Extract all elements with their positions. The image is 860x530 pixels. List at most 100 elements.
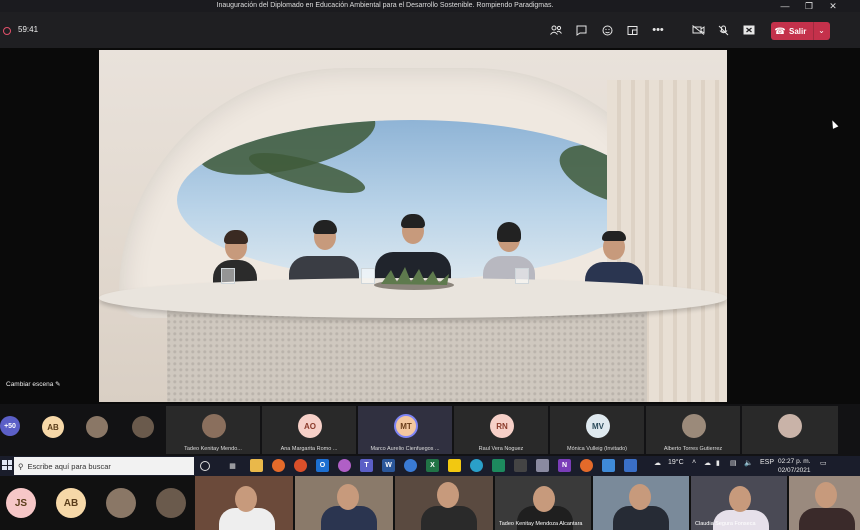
- participant-avatar-photo[interactable]: [132, 416, 154, 438]
- taskbar-clock[interactable]: 02:27 p. m. 02/07/2021: [778, 457, 811, 475]
- participant-tile-speaking[interactable]: MT Marco Aurelio Cienfuegos ...: [358, 406, 452, 454]
- participant-video[interactable]: Tadeo Kenitay Mendoza Alcantara: [495, 476, 591, 530]
- rooms-icon[interactable]: [622, 21, 642, 39]
- app-icon[interactable]: [536, 459, 549, 472]
- participant-avatar-photo: [778, 414, 802, 438]
- participant-tile[interactable]: MV Mónica Vulleig (Invitado): [550, 406, 644, 454]
- participant-name: Tadeo Kenitay Mendo...: [184, 446, 242, 452]
- meeting-stage: Cambiar escena ✎: [0, 48, 860, 404]
- water-glass: [221, 268, 235, 284]
- participant-avatar-photo[interactable]: [156, 488, 186, 518]
- participant-avatar: MT: [394, 414, 418, 438]
- window-title: Inauguración del Diplomado en Educación …: [216, 2, 554, 9]
- participant-video[interactable]: [295, 476, 393, 530]
- reactions-icon[interactable]: [597, 21, 617, 39]
- windows-start-icon[interactable]: [2, 460, 12, 470]
- participant-avatar[interactable]: AB: [56, 488, 86, 518]
- app-icon[interactable]: [338, 459, 351, 472]
- participant-name: Raul Vera Noguez: [478, 446, 524, 452]
- sticky-notes-icon[interactable]: [448, 459, 461, 472]
- video-gallery: JS AB Tadeo Kenitay Mendoza Alcantara Cl…: [0, 476, 860, 530]
- participant-avatar: MV: [586, 414, 610, 438]
- mic-off-icon[interactable]: [713, 21, 733, 39]
- chevron-up-icon[interactable]: ˄: [692, 459, 696, 466]
- clock-time: 02:27 p. m.: [778, 458, 811, 465]
- participant-name: Alberto Torres Gutierrez: [663, 446, 723, 452]
- participant-video[interactable]: [593, 476, 689, 530]
- edge-icon[interactable]: [470, 459, 483, 472]
- change-scene-button[interactable]: Cambiar escena ✎: [6, 380, 61, 388]
- close-icon[interactable]: ✕: [822, 0, 844, 12]
- overflow-participants-button[interactable]: +50: [0, 416, 20, 436]
- app-icon[interactable]: [492, 459, 505, 472]
- participant-video[interactable]: Claudia Segura Fonseca: [691, 476, 787, 530]
- chrome-icon[interactable]: [404, 459, 417, 472]
- notifications-icon[interactable]: ▭: [820, 459, 827, 467]
- participant-video[interactable]: [789, 476, 860, 530]
- participant-avatar-photo[interactable]: [106, 488, 136, 518]
- cloud-icon[interactable]: ☁: [704, 459, 711, 467]
- excel-icon[interactable]: X: [426, 459, 439, 472]
- cortana-icon[interactable]: [200, 461, 210, 471]
- windows-taskbar: ⚲ Escribe aquí para buscar ▦ O T W X N ☁…: [0, 456, 860, 476]
- participant-avatar-photo[interactable]: [86, 416, 108, 438]
- search-placeholder: Escribe aquí para buscar: [27, 461, 111, 471]
- participant-name: Marco Aurelio Cienfuegos ...: [370, 446, 440, 452]
- participant-name: Claudia Segura Fonseca: [695, 521, 756, 527]
- meeting-toolbar: 59:41 ••• ☎ Salir ⌄: [0, 12, 860, 48]
- browser-icon[interactable]: [294, 459, 307, 472]
- participant-tile[interactable]: Tadeo Kenitay Mendo...: [166, 406, 260, 454]
- app-icon[interactable]: [602, 459, 615, 472]
- participant-video[interactable]: [195, 476, 293, 530]
- participant-avatar: RN: [490, 414, 514, 438]
- file-explorer-icon[interactable]: [250, 459, 263, 472]
- participant-avatar: AO: [298, 414, 322, 438]
- people-icon[interactable]: [546, 21, 566, 39]
- onenote-icon[interactable]: N: [558, 459, 571, 472]
- weather-temperature[interactable]: 19°C: [668, 459, 684, 466]
- participant-tile[interactable]: AO Ana Margarita Romo ...: [262, 406, 356, 454]
- recording-icon: [3, 27, 11, 35]
- clock-date: 02/07/2021: [778, 467, 811, 474]
- meeting-timer: 59:41: [18, 25, 39, 34]
- app-icon[interactable]: [580, 459, 593, 472]
- participant-avatar[interactable]: AB: [42, 416, 64, 438]
- participant-name: Mónica Vulleig (Invitado): [566, 446, 628, 452]
- phone-icon: ☎: [774, 25, 786, 36]
- chat-icon[interactable]: [571, 21, 591, 39]
- app-icon[interactable]: [514, 459, 527, 472]
- taskbar-search[interactable]: ⚲ Escribe aquí para buscar: [14, 457, 194, 475]
- task-view-icon[interactable]: ▦: [226, 459, 239, 472]
- firefox-icon[interactable]: [272, 459, 285, 472]
- minimize-icon[interactable]: —: [774, 0, 796, 12]
- teams-icon[interactable]: T: [360, 459, 373, 472]
- participant-tile[interactable]: [742, 406, 838, 454]
- camera-off-icon[interactable]: [688, 21, 708, 39]
- together-mode-scene: [99, 50, 727, 402]
- participant-name: Ana Margarita Romo ...: [280, 446, 338, 452]
- leave-label: Salir: [789, 26, 807, 36]
- battery-icon[interactable]: ▮: [716, 459, 720, 467]
- volume-icon[interactable]: 🔈: [744, 459, 753, 467]
- word-icon[interactable]: W: [382, 459, 395, 472]
- share-icon[interactable]: [739, 21, 759, 39]
- language-indicator[interactable]: ESP: [760, 459, 774, 466]
- water-glass: [515, 268, 529, 284]
- app-icon[interactable]: [624, 459, 637, 472]
- weather-icon[interactable]: ☁: [654, 459, 661, 467]
- participant-strip: +50 AB Tadeo Kenitay Mendo... AO Ana Mar…: [0, 404, 860, 456]
- participant-avatar-photo: [682, 414, 706, 438]
- participant-video[interactable]: [395, 476, 493, 530]
- participant-avatar[interactable]: JS: [6, 488, 36, 518]
- participant-name: Tadeo Kenitay Mendoza Alcantara: [499, 521, 583, 527]
- window-titlebar: Inauguración del Diplomado en Educación …: [0, 0, 860, 12]
- participant-tile[interactable]: Alberto Torres Gutierrez: [646, 406, 740, 454]
- more-icon[interactable]: •••: [648, 21, 668, 39]
- leave-button[interactable]: ☎ Salir ⌄: [771, 22, 830, 40]
- centerpiece-plant: [374, 267, 454, 290]
- restore-icon[interactable]: ❐: [798, 0, 820, 12]
- participant-tile[interactable]: RN Raul Vera Noguez: [454, 406, 548, 454]
- chevron-down-icon[interactable]: ⌄: [813, 22, 829, 40]
- network-icon[interactable]: ▤: [730, 459, 737, 467]
- outlook-icon[interactable]: O: [316, 459, 329, 472]
